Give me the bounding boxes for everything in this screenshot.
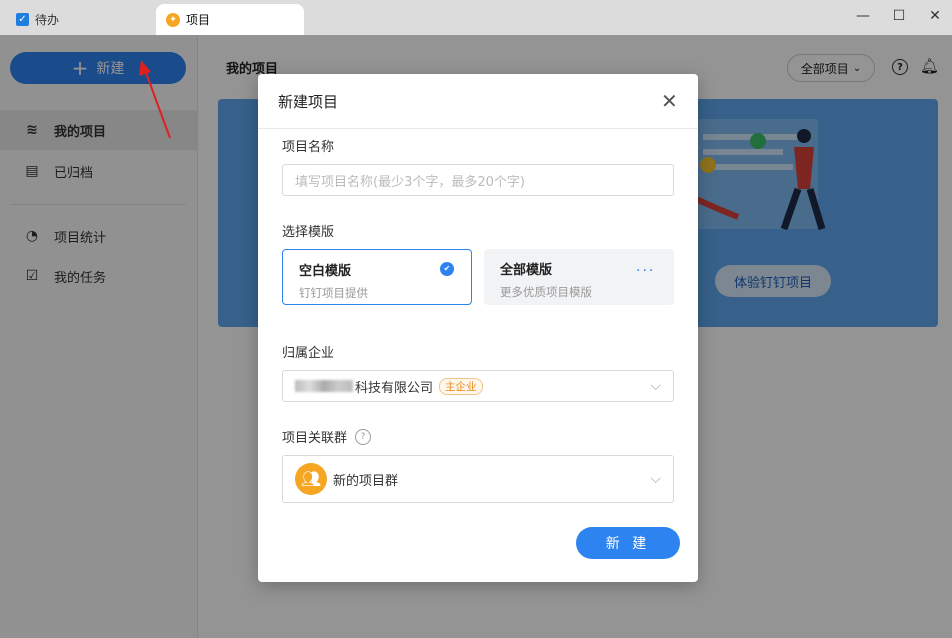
company-name: 科技有限公司 — [355, 380, 434, 396]
company-label: 归属企业 — [282, 346, 335, 361]
template-name: 全部模版 — [500, 263, 553, 278]
tab-label: 项目 — [186, 13, 211, 27]
tab-todo[interactable]: ✓ 待办 — [6, 4, 154, 35]
group-label-row: 项目关联群 ? — [282, 427, 372, 446]
maximize-button[interactable]: ☐ — [889, 8, 909, 24]
help-icon[interactable]: ? — [355, 428, 372, 445]
project-name-label: 项目名称 — [282, 140, 335, 155]
chevron-down-icon: ⌵ — [650, 378, 661, 394]
project-name-input[interactable]: 填写项目名称(最少3个字，最多20个字) — [282, 164, 674, 196]
chevron-down-icon: ⌵ — [650, 471, 661, 487]
template-card-blank[interactable]: 空白模版 钉钉项目提供 — [282, 249, 472, 305]
tab-label: 待办 — [35, 13, 60, 27]
tab-project[interactable]: ✦ 项目 — [156, 4, 304, 35]
minimize-button[interactable]: — — [853, 8, 873, 24]
group-name: 新的项目群 — [333, 473, 399, 489]
group-avatar-icon: 👥︎ — [295, 463, 327, 495]
template-desc: 更多优质项目模版 — [500, 285, 592, 299]
new-project-dialog: 新建项目 ✕ 项目名称 填写项目名称(最少3个字，最多20个字) 选择模版 空白… — [258, 74, 698, 582]
template-label: 选择模版 — [282, 225, 335, 240]
group-label: 项目关联群 — [282, 431, 348, 446]
group-select[interactable]: 👥︎ 新的项目群 ⌵ — [282, 455, 674, 503]
template-desc: 钉钉项目提供 — [299, 286, 368, 300]
template-name: 空白模版 — [299, 264, 352, 279]
more-icon[interactable]: ··· — [636, 263, 655, 279]
main-company-badge: 主企业 — [439, 377, 483, 395]
close-window-button[interactable]: ✕ — [925, 8, 945, 24]
close-icon[interactable]: ✕ — [661, 89, 678, 113]
checkbox-icon: ✓ — [16, 13, 29, 26]
redacted-text — [295, 380, 353, 392]
selected-check-icon: ✔ — [440, 262, 454, 276]
project-name-placeholder: 填写项目名称(最少3个字，最多20个字) — [295, 174, 525, 190]
dialog-title: 新建项目 — [278, 93, 339, 111]
company-select[interactable]: 科技有限公司 主企业 ⌵ — [282, 370, 674, 402]
create-button[interactable]: 新 建 — [576, 527, 680, 559]
project-icon: ✦ — [166, 12, 180, 27]
